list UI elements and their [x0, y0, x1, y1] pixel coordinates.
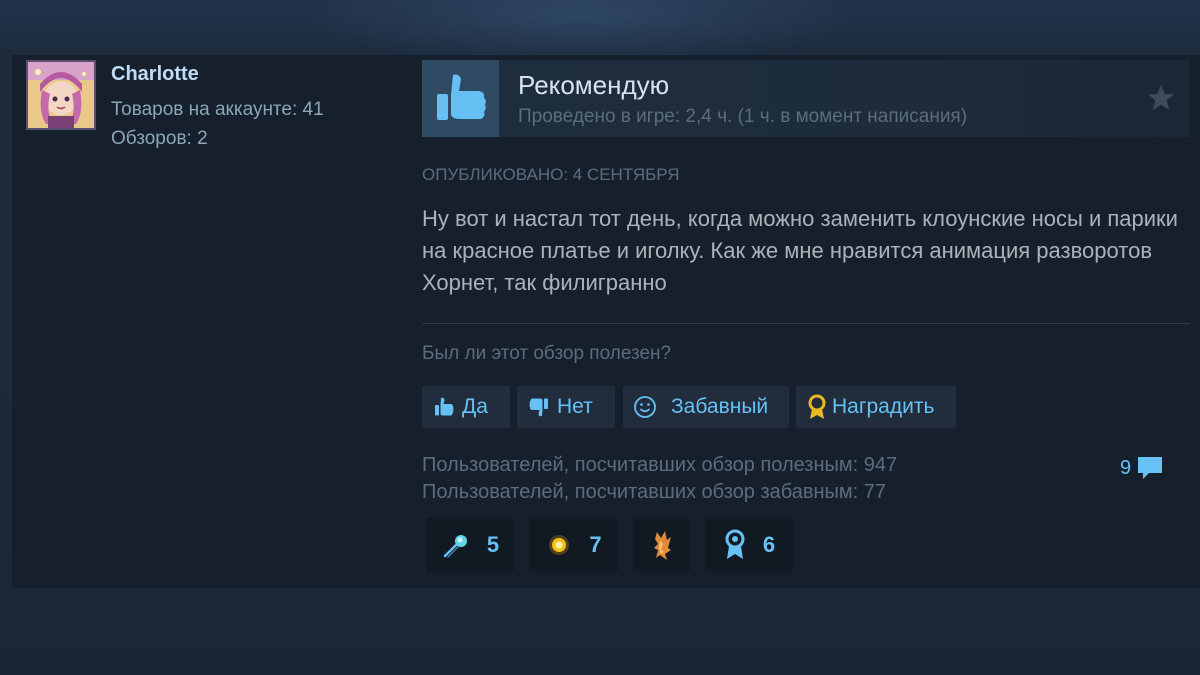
smiley-icon	[633, 395, 657, 419]
award-sun[interactable]: 7	[529, 517, 618, 572]
thumbs-up-icon	[432, 395, 456, 419]
vote-funny-label: Забавный	[671, 395, 769, 418]
award-comet-count: 5	[486, 531, 500, 557]
ribbon-award-icon	[723, 529, 747, 561]
author-products-count[interactable]: Товаров на аккаунте: 41	[111, 99, 324, 121]
award-comet[interactable]: 5	[426, 517, 514, 572]
avatar[interactable]	[26, 60, 96, 130]
helpful-count: Пользователей, посчитавших обзор полезны…	[422, 454, 898, 476]
comet-award-icon	[441, 530, 471, 560]
vote-yes-button[interactable]: Да	[422, 386, 510, 428]
posted-date: Опубликовано: 4 сентября	[422, 165, 680, 184]
review-body: Ну вот и настал тот день, когда можно за…	[422, 206, 1178, 295]
award-button[interactable]: Наградить	[796, 386, 956, 428]
vote-funny-button[interactable]: Забавный	[623, 386, 789, 428]
thumbs-down-icon	[527, 395, 551, 419]
vote-yes-label: Да	[462, 395, 488, 418]
award-label: Наградить	[832, 395, 935, 418]
award-ribbon[interactable]: 6	[705, 517, 793, 572]
award-ribbon-icon	[806, 394, 828, 420]
funny-count: Пользователей, посчитавших обзор забавны…	[422, 481, 887, 503]
star-icon[interactable]	[1145, 82, 1177, 114]
award-sun-count: 7	[589, 531, 602, 557]
divider	[422, 323, 1190, 324]
sun-award-icon	[545, 531, 573, 559]
review-verdict[interactable]: Рекомендую	[518, 70, 669, 101]
comments-link[interactable]: 9	[1120, 452, 1165, 484]
author-reviews-count[interactable]: Обзоров: 2	[111, 128, 208, 150]
comments-count: 9	[1120, 456, 1132, 479]
award-ribbon-count: 6	[762, 531, 776, 557]
vote-no-label: Нет	[557, 395, 593, 418]
playtime-info: Проведено в игре: 2,4 ч. (1 ч. в момент …	[518, 106, 968, 127]
award-flame[interactable]	[633, 517, 690, 572]
helpful-question: Был ли этот обзор полезен?	[422, 343, 672, 364]
author-name[interactable]: Charlotte	[111, 63, 199, 86]
page-footer-band	[0, 588, 1200, 675]
flame-award-icon	[649, 528, 675, 562]
vote-no-button[interactable]: Нет	[517, 386, 615, 428]
thumbs-up-icon	[422, 60, 499, 137]
comment-bubble-icon	[1135, 453, 1165, 483]
